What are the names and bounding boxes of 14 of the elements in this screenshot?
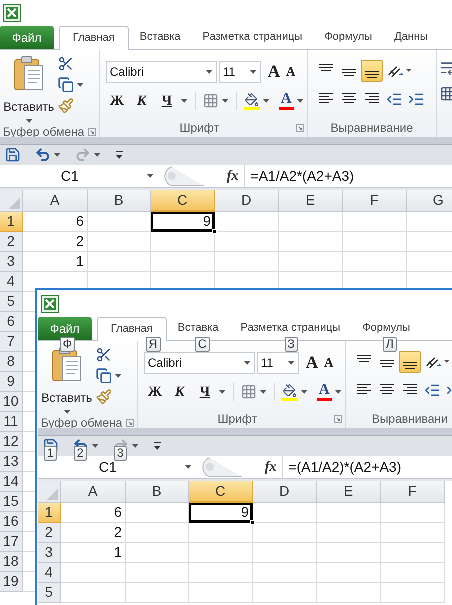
key-tip-tooltip: 2 — [74, 446, 87, 461]
key-tip-tooltip: Ф — [60, 337, 76, 352]
group-label: Шрифт — [218, 411, 258, 428]
key-tip-tooltip: З — [284, 337, 298, 352]
group-label: Выравнивани — [372, 411, 448, 428]
key-tip-tooltip: Я — [146, 337, 161, 352]
group-label: Буфер обмена — [3, 124, 85, 141]
group-label: Выравнивание — [330, 120, 414, 137]
group-label: Шрифт — [180, 120, 220, 137]
key-tip-tooltip: С — [195, 337, 210, 352]
key-tip-tooltip: 1 — [44, 446, 57, 461]
key-tip-tooltip: 3 — [114, 446, 127, 461]
key-tip-tooltip: Л — [383, 337, 397, 352]
group-label: Буфер обмена — [41, 415, 123, 432]
